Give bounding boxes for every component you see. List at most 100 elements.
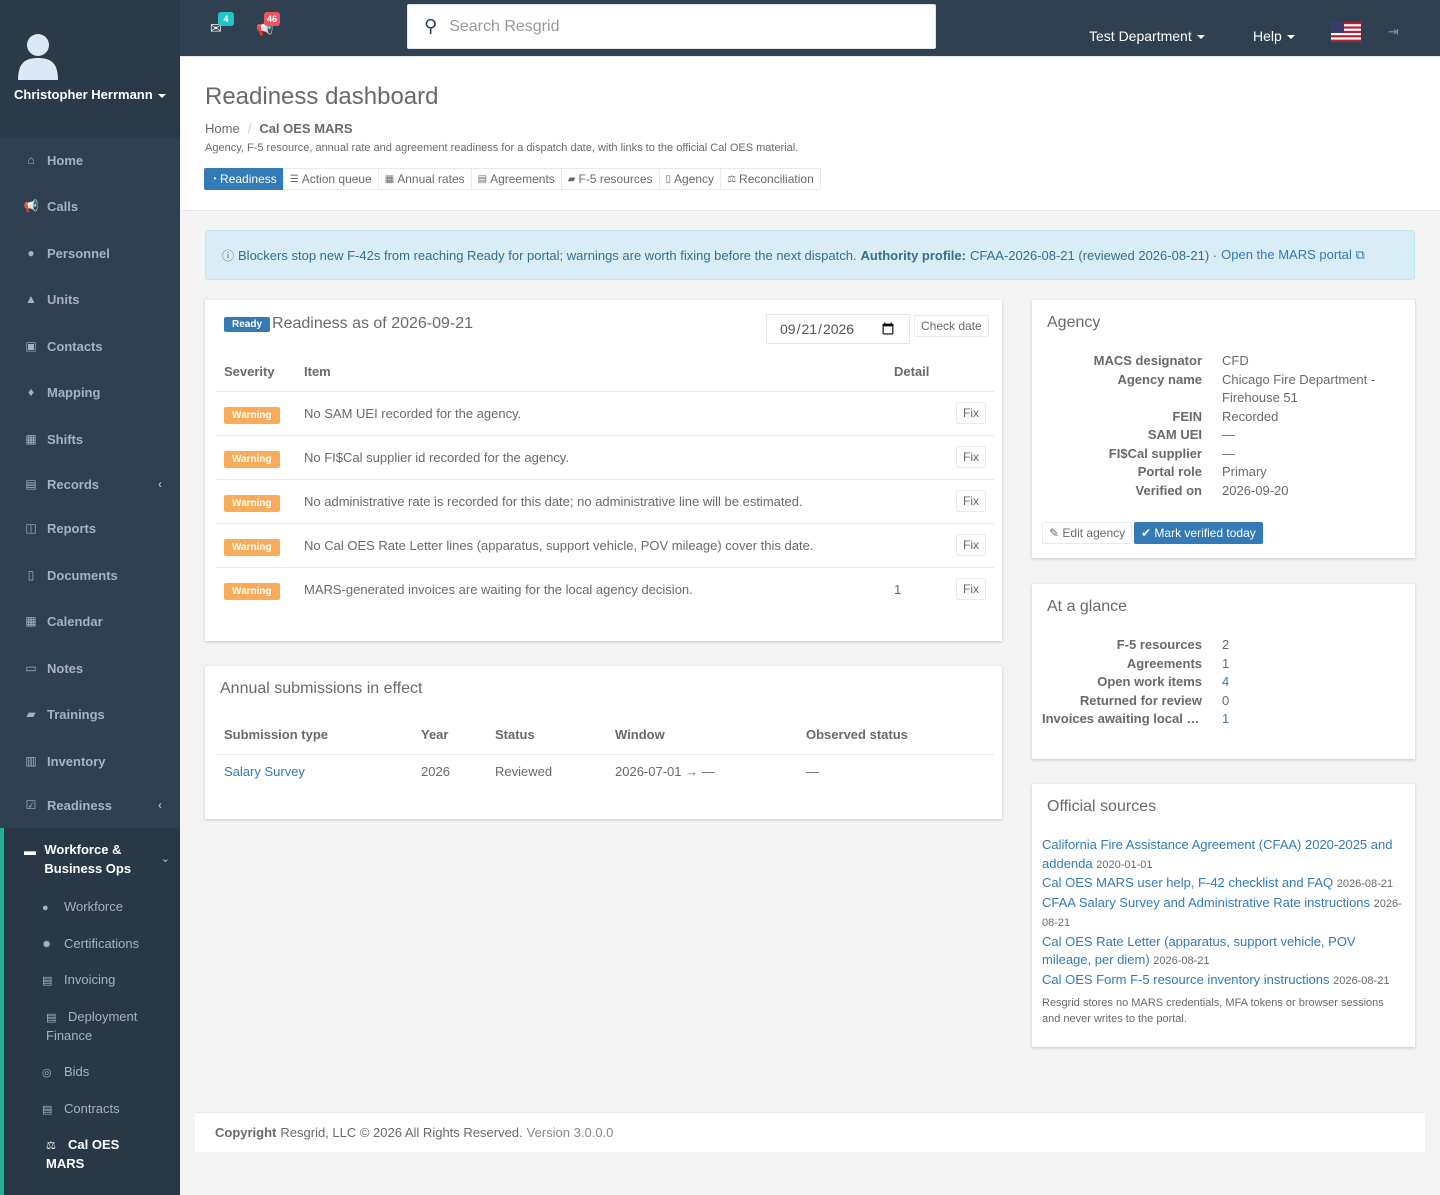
handshake-icon: ◎ xyxy=(42,1067,52,1079)
contract-icon: ▤ xyxy=(42,1104,53,1116)
topbar: ✉ 4 📢 46 ⚲ Test Department Help ⇥ xyxy=(180,0,1440,57)
search-box: ⚲ xyxy=(407,4,936,49)
help-menu[interactable]: Help xyxy=(1253,28,1295,44)
sources-note: Resgrid stores no MARS credentials, MFA … xyxy=(1042,997,1384,1025)
tab-reconciliation[interactable]: ⚖ Reconciliation xyxy=(720,168,821,190)
sidebar-item-mapping[interactable]: ♦ Mapping xyxy=(0,372,180,412)
annual-submissions-table: Submission type Year Status Window Obser… xyxy=(216,716,994,788)
fix-button[interactable]: Fix xyxy=(956,533,986,556)
readiness-date-input[interactable] xyxy=(766,314,910,344)
sidebar-item-reports[interactable]: ◫ Reports xyxy=(0,508,180,548)
fix-button[interactable]: Fix xyxy=(956,489,986,512)
info-circle-icon: ⓘ xyxy=(222,248,235,263)
sidebar-item-notes[interactable]: ▭ Notes xyxy=(0,648,180,688)
calendar-icon: ▦ xyxy=(25,614,37,628)
sidebar-subitem-bids[interactable]: ◎ Bids xyxy=(42,1063,172,1082)
list-icon: ☰ xyxy=(289,173,299,185)
warning-badge: Warning xyxy=(224,450,280,468)
column-header-window: Window xyxy=(607,716,798,755)
column-header-status: Status xyxy=(487,716,607,755)
at-a-glance-title: At a glance xyxy=(1047,598,1128,615)
finance-icon: ▤ xyxy=(46,1012,57,1024)
sidebar-item-inventory[interactable]: ▥ Inventory xyxy=(0,741,180,781)
sidebar-item-documents[interactable]: ▯ Documents xyxy=(0,555,180,595)
profile-name[interactable]: Christopher Herrmann xyxy=(14,87,166,102)
avatar[interactable] xyxy=(16,32,60,80)
fix-button[interactable]: Fix xyxy=(956,401,986,424)
alerts-button[interactable]: 📢 46 xyxy=(256,12,280,37)
edit-agency-button[interactable]: ✎ Edit agency xyxy=(1042,522,1133,544)
open-work-items-link[interactable]: 4 xyxy=(1222,673,1402,692)
sidebar-subitem-workforce[interactable]: ● Workforce xyxy=(42,898,172,917)
column-header-item: Item xyxy=(296,353,886,392)
logout-icon[interactable]: ⇥ xyxy=(1388,24,1399,40)
readiness-panel: Ready Readiness as of 2026-09-21 Check d… xyxy=(205,300,1002,641)
messages-count-badge: 4 xyxy=(218,12,234,26)
check-icon: ✔ xyxy=(1141,526,1152,540)
department-menu[interactable]: Test Department xyxy=(1089,28,1205,44)
dashboard-icon: ◔ xyxy=(211,173,218,185)
fix-button[interactable]: Fix xyxy=(956,445,986,468)
sidebar-item-trainings[interactable]: ▰ Trainings xyxy=(0,694,180,734)
salary-survey-link[interactable]: Salary Survey xyxy=(224,764,305,779)
tab-action-queue[interactable]: ☰ Action queue xyxy=(282,168,379,190)
breadcrumb-home[interactable]: Home xyxy=(205,121,240,136)
sidebar-item-calendar[interactable]: ▦ Calendar xyxy=(0,601,180,641)
fix-button[interactable]: Fix xyxy=(956,577,986,600)
tab-f5-resources[interactable]: ▰ F-5 resources xyxy=(560,168,660,190)
table-icon: ▦ xyxy=(384,173,395,185)
profile-area: Christopher Herrmann xyxy=(0,0,180,138)
check-date-button[interactable]: Check date xyxy=(914,315,989,337)
alerts-count-badge: 46 xyxy=(264,12,280,26)
version-text: Version 3.0.0.0 xyxy=(526,1125,614,1140)
table-row: Warning No SAM UEI recorded for the agen… xyxy=(216,391,994,436)
sidebar-subitem-cal-oes-mars[interactable]: ⚖ Cal OES MARS xyxy=(46,1136,142,1173)
footer: Copyright Resgrid, LLC © 2026 All Rights… xyxy=(195,1112,1425,1152)
tab-readiness[interactable]: ◔ Readiness xyxy=(204,168,284,190)
balance-scale-icon: ⚖ xyxy=(727,173,737,185)
sidebar-subitem-certifications[interactable]: ✹ Certifications xyxy=(42,935,172,954)
sidebar-item-workforce-business-ops[interactable]: ▬ Workforce & Business Ops ⌄ xyxy=(24,840,174,878)
search-input[interactable] xyxy=(449,17,890,36)
us-flag-icon[interactable] xyxy=(1331,22,1361,42)
mars-portal-link[interactable]: Open the MARS portal ⧉ xyxy=(1221,247,1365,263)
building-icon: ▯ xyxy=(665,173,672,185)
chevron-down-icon: ⌄ xyxy=(160,853,170,865)
sidebar-item-calls[interactable]: 📢 Calls xyxy=(0,186,180,226)
sidebar-item-home[interactable]: ⌂ Home xyxy=(0,140,180,180)
reports-icon: ◫ xyxy=(25,521,37,535)
sidebar-subitem-deployment-finance[interactable]: ▤ Deployment Finance xyxy=(46,1008,156,1045)
sidebar-subitem-contracts[interactable]: ▤ Contracts xyxy=(42,1100,172,1119)
page-description: Agency, F-5 resource, annual rate and ag… xyxy=(205,142,799,154)
column-header-year: Year xyxy=(413,716,487,755)
sidebar-item-readiness[interactable]: ☑ Readiness ‹ xyxy=(0,785,180,825)
source-link[interactable]: Cal OES Form F-5 resource inventory inst… xyxy=(1042,972,1330,987)
column-header-submission-type: Submission type xyxy=(216,716,413,755)
sidebar-item-records[interactable]: ▤ Records ‹ xyxy=(0,464,180,504)
tab-agency[interactable]: ▯ Agency xyxy=(658,168,722,190)
address-book-icon: ▣ xyxy=(25,339,37,353)
chevron-left-icon: ‹ xyxy=(158,798,162,812)
readiness-table: Severity Item Detail Warning No SAM UEI … xyxy=(216,353,994,611)
messages-button[interactable]: ✉ 4 xyxy=(210,12,234,37)
shifts-icon: ▦ xyxy=(25,432,37,446)
sidebar-item-units[interactable]: ▲ Units xyxy=(0,279,180,319)
sidebar-item-shifts[interactable]: ▦ Shifts xyxy=(0,419,180,459)
tab-annual-rates[interactable]: ▦ Annual rates xyxy=(377,168,472,190)
list-item: Cal OES Rate Letter (apparatus, support … xyxy=(1042,933,1356,968)
page-heading: Readiness dashboard Home / Cal OES MARS Ag… xyxy=(180,57,1440,211)
warning-badge: Warning xyxy=(224,582,280,600)
sidebar-subitem-invoicing[interactable]: ▤ Invoicing xyxy=(42,971,172,990)
file-text-icon: ▤ xyxy=(477,173,488,185)
invoice-icon: ▤ xyxy=(42,975,53,987)
tab-agreements[interactable]: ▤ Agreements xyxy=(470,168,562,190)
source-link[interactable]: CFAA Salary Survey and Administrative Ra… xyxy=(1042,895,1370,910)
sidebar-item-contacts[interactable]: ▣ Contacts xyxy=(0,326,180,366)
mark-verified-button[interactable]: ✔ Mark verified today xyxy=(1134,522,1263,544)
bullhorn-icon: 📢 xyxy=(23,199,39,213)
sidebar-item-personnel[interactable]: ● Personnel xyxy=(0,233,180,273)
invoices-awaiting-link[interactable]: 1 xyxy=(1222,710,1402,729)
source-link[interactable]: California Fire Assistance Agreement (CF… xyxy=(1042,837,1392,871)
briefcase-icon: ▬ xyxy=(24,844,36,858)
source-link[interactable]: Cal OES MARS user help, F-42 checklist a… xyxy=(1042,875,1333,890)
